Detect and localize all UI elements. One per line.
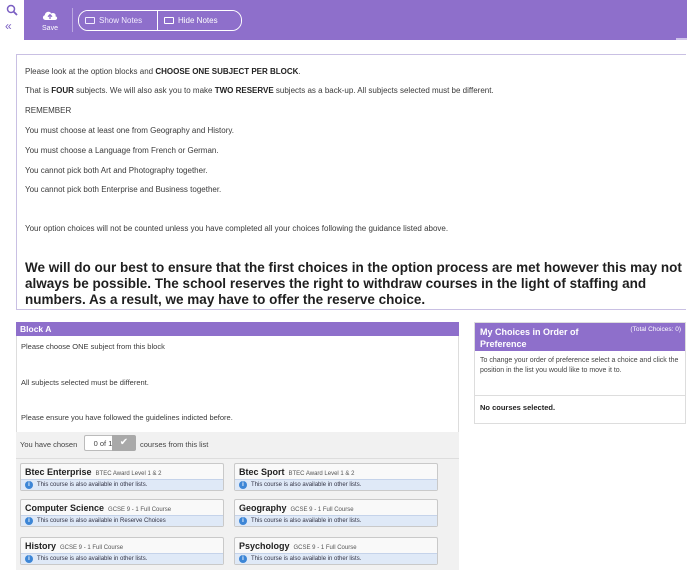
course-name: Btec Sport BTEC Award Level 1 & 2 (239, 467, 354, 477)
course-note-text: This course is also available in other l… (251, 482, 362, 488)
divider (475, 395, 685, 396)
show-notes-label: Show Notes (99, 16, 143, 25)
course-title-text: Computer Science (25, 503, 105, 513)
course-note-text: This course is also available in other l… (251, 556, 362, 562)
info-icon: i (25, 517, 33, 525)
rule-item: You must choose a Language from French o… (25, 146, 219, 155)
rule-item: You cannot pick both Enterprise and Busi… (25, 185, 222, 194)
guidance-line: Please choose ONE subject from this bloc… (21, 342, 165, 351)
course-card[interactable]: Computer Science GCSE 9 - 1 Full Course i… (20, 499, 224, 527)
save-button[interactable]: Save (32, 3, 68, 37)
chosen-prefix: You have chosen (20, 440, 78, 449)
rule-item: You must choose at least one from Geogra… (25, 126, 235, 135)
check-icon: ✔ (112, 435, 136, 451)
course-title-text: Geography (239, 503, 287, 513)
no-courses-message: No courses selected. (480, 403, 556, 412)
search-icon[interactable] (6, 4, 18, 16)
instruction-text: Please look at the option blocks and (25, 67, 156, 76)
info-icon: i (25, 555, 33, 563)
cloud-upload-icon (42, 11, 58, 20)
hide-notes-label: Hide Notes (178, 16, 218, 25)
instruction-emphasis: CHOOSE ONE SUBJECT PER BLOCK (155, 67, 299, 76)
course-qualification: GCSE 9 - 1 Full Course (60, 545, 124, 551)
my-choices-header: My Choices in Order of Preference (Total… (475, 323, 685, 351)
guidance-line: Please ensure you have followed the guid… (21, 413, 233, 422)
instruction-emphasis: TWO RESERVE (214, 86, 274, 95)
course-note-text: This course is also available in other l… (37, 556, 148, 562)
choices-help-text: To change your order of preference selec… (480, 357, 679, 374)
instructions-panel: Please look at the option blocks and CHO… (16, 54, 686, 310)
toolbar-divider (72, 8, 73, 32)
course-qualification: GCSE 9 - 1 Full Course (293, 545, 357, 551)
course-name: Btec Enterprise BTEC Award Level 1 & 2 (25, 467, 161, 477)
course-card[interactable]: Btec Sport BTEC Award Level 1 & 2 i This c… (234, 463, 438, 491)
notes-icon (85, 17, 95, 24)
course-note-text: This course is also available in other l… (37, 482, 148, 488)
course-card[interactable]: Geography GCSE 9 - 1 Full Course i This co… (234, 499, 438, 527)
notes-toggle-group: Show Notes Hide Notes (78, 10, 242, 31)
reserve-notice: We will do our best to ensure that the f… (25, 260, 682, 307)
course-qualification: GCSE 9 - 1 Full Course (108, 507, 172, 513)
course-note: i This course is also available in other … (21, 479, 223, 490)
save-label: Save (42, 25, 58, 32)
instruction-text: subjects as a back-up. All subjects sele… (273, 86, 494, 95)
course-name: Psychology GCSE 9 - 1 Full Course (239, 541, 357, 551)
course-note: i This course is also available in other … (235, 479, 437, 490)
chosen-count-bar: You have chosen 0 of 1 ✔ courses from th… (16, 432, 459, 459)
hide-notes-button[interactable]: Hide Notes (157, 11, 241, 30)
course-card[interactable]: Btec Enterprise BTEC Award Level 1 & 2 iT… (20, 463, 224, 491)
block-a-panel: Block A Please choose ONE subject from t… (16, 322, 459, 570)
instruction-line: That is FOUR subjects. We will also ask … (25, 86, 494, 95)
block-a-title: Block A (16, 322, 459, 336)
remember-heading: REMEMBER (25, 106, 72, 115)
course-qualification: GCSE 9 - 1 Full Course (290, 507, 354, 513)
course-note-text: This course is also available in other l… (251, 518, 362, 524)
course-note-text: This course is also available in Reserve… (37, 518, 166, 524)
show-notes-button[interactable]: Show Notes (79, 11, 157, 30)
notes-icon (164, 17, 174, 24)
course-note: i This course is also available in Reserv… (21, 515, 223, 526)
course-note: i This course is also available in other … (235, 515, 437, 526)
course-title-text: Psychology (239, 541, 290, 551)
course-qualification: BTEC Award Level 1 & 2 (95, 471, 162, 477)
course-note: i This course is also available in other … (21, 553, 223, 564)
instruction-text: . (298, 67, 301, 76)
block-a-guidance: Please choose ONE subject from this bloc… (16, 336, 459, 432)
instruction-emphasis: FOUR (51, 86, 74, 95)
top-toolbar: « Save Show Notes Hide Notes (0, 0, 687, 40)
guidance-line: All subjects selected must be different. (21, 378, 149, 387)
course-title-text: Btec Enterprise (25, 467, 92, 477)
total-choices: (Total Choices: 0) (630, 326, 681, 333)
side-tools: « (0, 0, 24, 40)
course-name: History GCSE 9 - 1 Full Course (25, 541, 123, 551)
info-icon: i (239, 481, 247, 489)
warning-text: Your option choices will not be counted … (25, 224, 449, 233)
my-choices-title: My Choices in Order of Preference (480, 327, 579, 349)
course-name: Computer Science GCSE 9 - 1 Full Course (25, 503, 171, 513)
toolbar-edge (676, 38, 687, 40)
course-card[interactable]: Psychology GCSE 9 - 1 Full Course i This c… (234, 537, 438, 565)
course-title-text: Btec Sport (239, 467, 285, 477)
course-note: i This course is also available in other … (235, 553, 437, 564)
my-choices-panel: My Choices in Order of Preference (Total… (474, 322, 686, 424)
collapse-icon[interactable]: « (5, 20, 12, 32)
course-card[interactable]: History GCSE 9 - 1 Full Course i This cour… (20, 537, 224, 565)
info-icon: i (239, 555, 247, 563)
course-name: Geography GCSE 9 - 1 Full Course (239, 503, 354, 513)
instruction-line: Please look at the option blocks and CHO… (25, 67, 301, 76)
chosen-suffix: courses from this list (140, 440, 209, 449)
info-icon: i (25, 481, 33, 489)
course-grid: Btec Enterprise BTEC Award Level 1 & 2 iT… (16, 459, 459, 570)
course-qualification: BTEC Award Level 1 & 2 (288, 471, 355, 477)
instruction-text: That is (25, 86, 52, 95)
course-title-text: History (25, 541, 57, 551)
instruction-text: subjects. We will also ask you to make (73, 86, 215, 95)
rule-item: You cannot pick both Art and Photography… (25, 166, 208, 175)
info-icon: i (239, 517, 247, 525)
